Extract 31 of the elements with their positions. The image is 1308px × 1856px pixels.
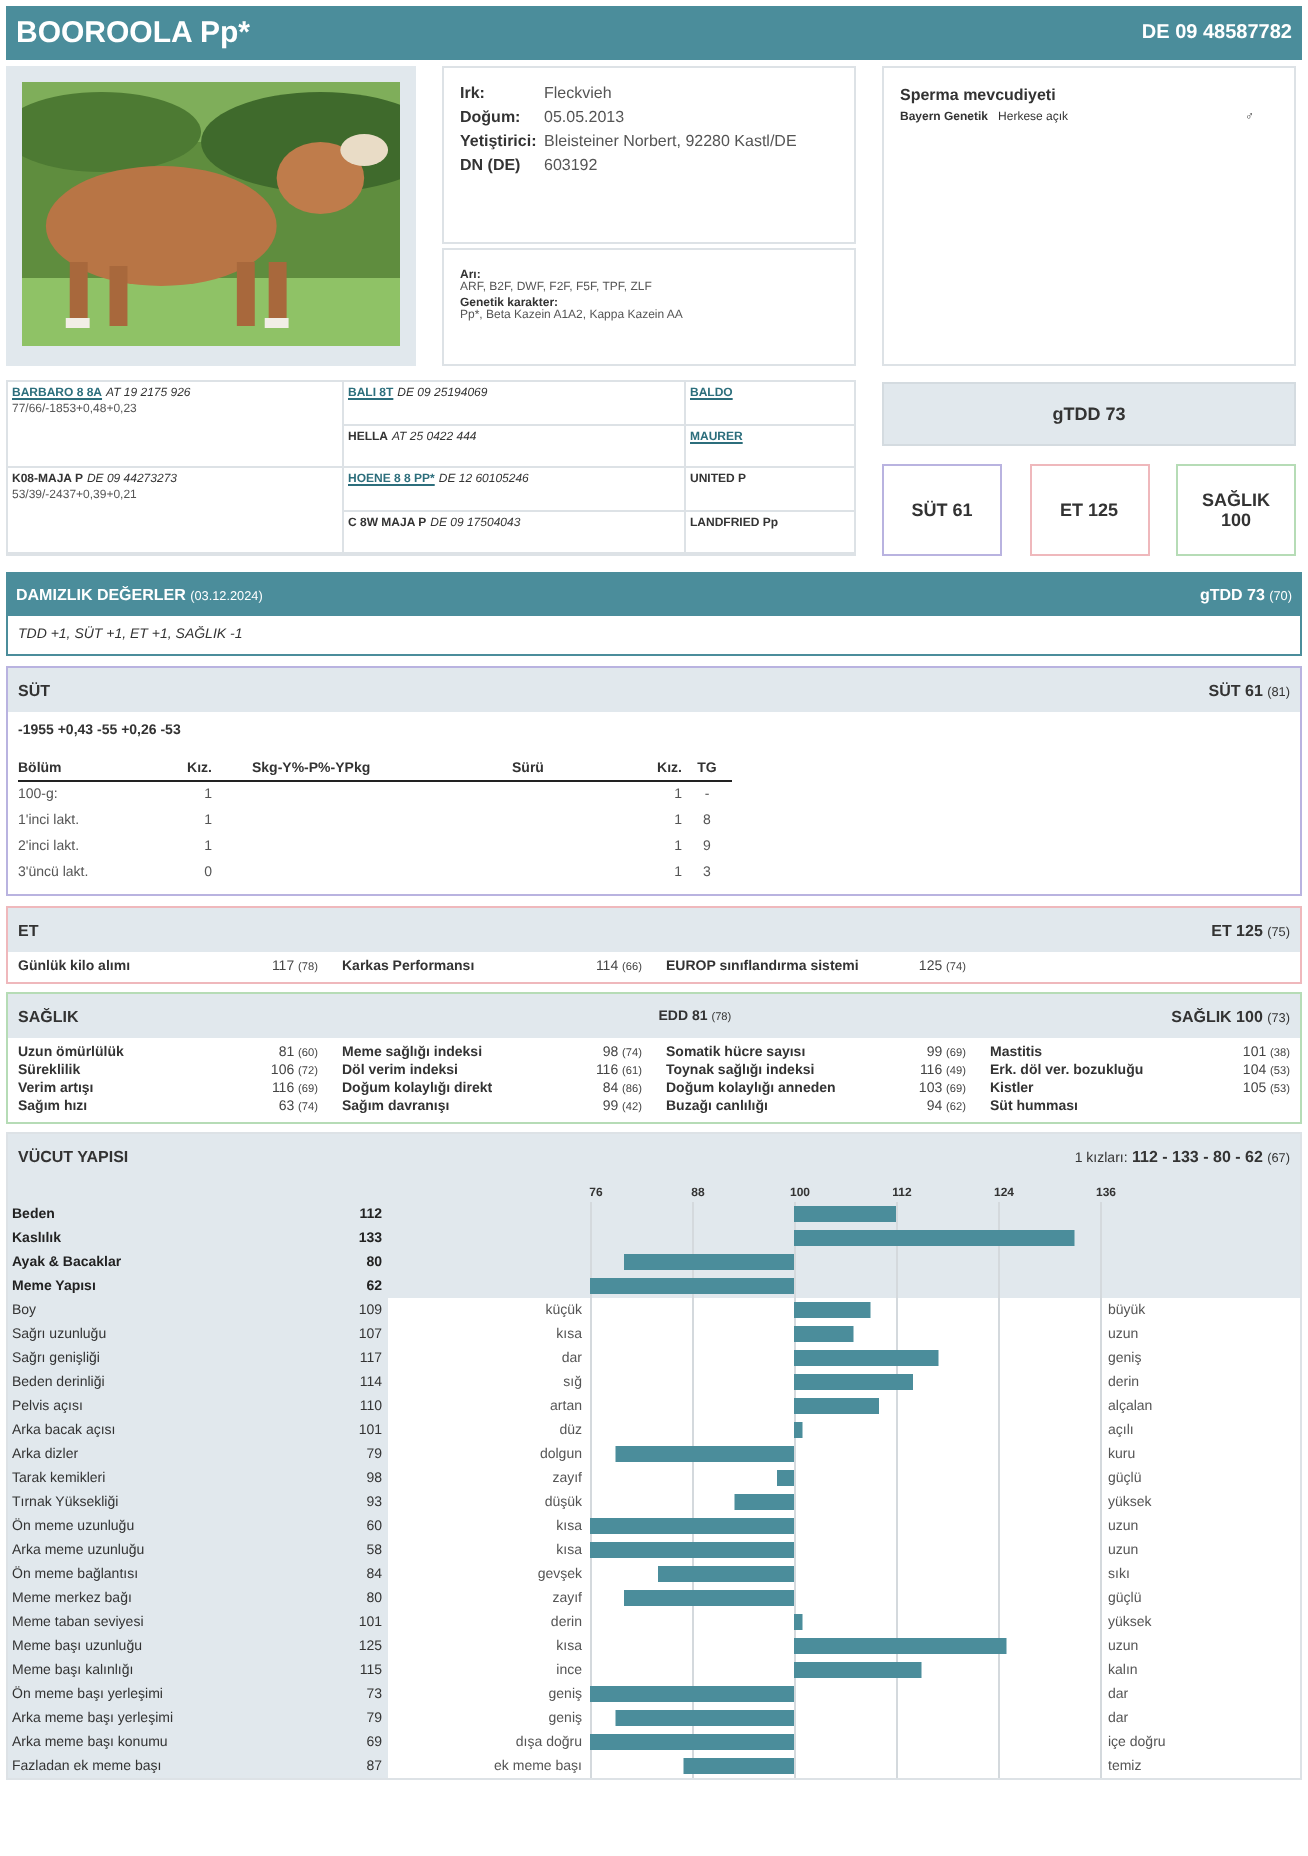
- deviation-bar: [658, 1566, 794, 1582]
- field-label: Doğum:: [460, 108, 523, 126]
- section-title: SAĞLIK: [18, 1007, 79, 1025]
- deviation-bar: [794, 1206, 896, 1222]
- field-label: Yetiştirici:: [460, 132, 539, 150]
- field-label: Irk:: [460, 84, 487, 102]
- animal-name: BOOROOLA Pp*: [16, 16, 250, 50]
- index-score: SÜT 61: [882, 464, 1002, 556]
- deviation-bar: [794, 1398, 879, 1414]
- field-value: Bleisteiner Norbert, 92280 Kastl/DE: [544, 132, 799, 150]
- field-label: DN (DE): [460, 156, 523, 174]
- index-score: SAĞLIK 100: [1176, 464, 1296, 556]
- deviation-bar: [794, 1662, 922, 1678]
- deviation-bar: [777, 1470, 794, 1486]
- deviation-bar: [683, 1758, 794, 1774]
- total-index: gTDD 73: [882, 382, 1296, 446]
- field-value: 05.05.2013: [544, 108, 627, 126]
- deviation-bar: [734, 1494, 794, 1510]
- deviation-bar: [794, 1302, 871, 1318]
- section-title: SÜT: [18, 681, 50, 699]
- field-value: Fleckvieh: [544, 84, 614, 102]
- animal-id: DE 09 48587782: [1141, 22, 1292, 44]
- panel-title: Sperma mevcudiyeti: [900, 86, 1058, 104]
- field-value: 603192: [544, 156, 600, 174]
- deviation-bar: [794, 1374, 913, 1390]
- deviation-bar: [794, 1614, 803, 1630]
- deviation-bar: [794, 1422, 803, 1438]
- section-title: VÜCUT YAPISI: [18, 1147, 129, 1165]
- deviation-bar: [794, 1326, 854, 1342]
- section-title: ET: [18, 921, 39, 939]
- index-score: ET 125: [1029, 464, 1149, 556]
